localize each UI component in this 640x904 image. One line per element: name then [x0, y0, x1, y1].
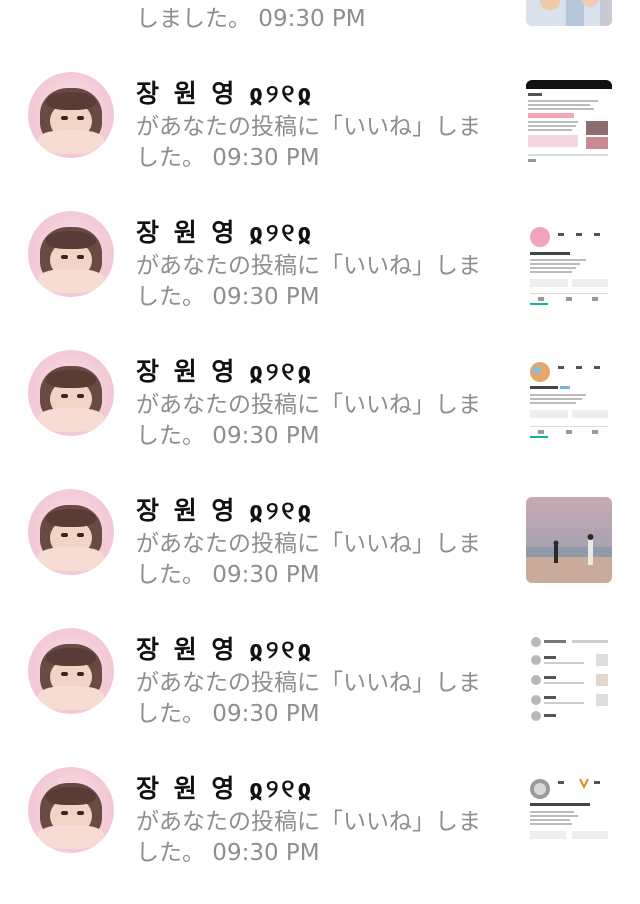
notification-text-line2: しました。 09:30 PM — [136, 6, 366, 32]
notification-row[interactable]: しました。 09:30 PM — [0, 0, 640, 35]
avatar[interactable] — [28, 350, 114, 436]
post-thumbnail[interactable] — [526, 80, 612, 166]
notification-text-line2: した。 09:30 PM — [136, 423, 320, 449]
avatar[interactable] — [28, 211, 114, 297]
username[interactable]: 장 원 영 ჲ୨୧ჲ — [136, 630, 314, 666]
avatar[interactable] — [28, 72, 114, 158]
avatar[interactable] — [28, 628, 114, 714]
avatar[interactable] — [28, 489, 114, 575]
post-thumbnail[interactable] — [526, 219, 612, 305]
notification-row[interactable]: 장 원 영 ჲ୨୧ჲ があなたの投稿に「いいね」しま した。 09:30 PM — [0, 487, 640, 626]
notification-row[interactable]: 장 원 영 ჲ୨୧ჲ があなたの投稿に「いいね」しま した。 09:30 PM — [0, 209, 640, 348]
notification-row[interactable]: 장 원 영 ჲ୨୧ჲ があなたの投稿に「いいね」しま した。 09:30 PM — [0, 765, 640, 904]
username[interactable]: 장 원 영 ჲ୨୧ჲ — [136, 213, 314, 249]
notification-text-line2: した。 09:30 PM — [136, 562, 320, 588]
post-thumbnail[interactable] — [526, 497, 612, 583]
post-thumbnail[interactable] — [526, 636, 612, 722]
notification-row[interactable]: 장 원 영 ჲ୨୧ჲ があなたの投稿に「いいね」しま した。 09:30 PM — [0, 626, 640, 765]
username[interactable]: 장 원 영 ჲ୨୧ჲ — [136, 352, 314, 388]
notification-text-line2: した。 09:30 PM — [136, 145, 320, 171]
notification-text-line2: した。 09:30 PM — [136, 284, 320, 310]
notification-text-line2: した。 09:30 PM — [136, 701, 320, 727]
post-thumbnail[interactable] — [526, 0, 612, 26]
username[interactable]: 장 원 영 ჲ୨୧ჲ — [136, 491, 314, 527]
notification-row[interactable]: 장 원 영 ჲ୨୧ჲ があなたの投稿に「いいね」しま した。 09:30 PM — [0, 70, 640, 209]
post-thumbnail[interactable] — [526, 358, 612, 444]
post-thumbnail[interactable] — [526, 775, 612, 861]
notification-row[interactable]: 장 원 영 ჲ୨୧ჲ があなたの投稿に「いいね」しま した。 09:30 PM — [0, 348, 640, 487]
username[interactable]: 장 원 영 ჲ୨୧ჲ — [136, 769, 314, 805]
avatar[interactable] — [28, 767, 114, 853]
username[interactable]: 장 원 영 ჲ୨୧ჲ — [136, 74, 314, 110]
